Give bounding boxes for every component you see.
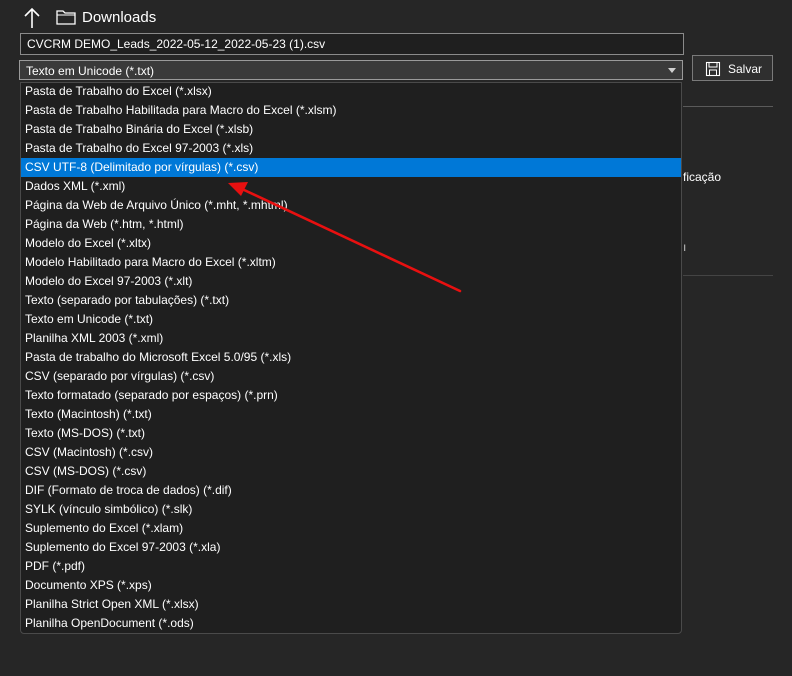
dropdown-option[interactable]: Documento XPS (*.xps): [21, 576, 681, 595]
dropdown-option[interactable]: Planilha XML 2003 (*.xml): [21, 329, 681, 348]
dropdown-option[interactable]: Página da Web (*.htm, *.html): [21, 215, 681, 234]
dropdown-option[interactable]: Modelo do Excel 97-2003 (*.xlt): [21, 272, 681, 291]
dropdown-option[interactable]: Pasta de Trabalho do Excel (*.xlsx): [21, 83, 681, 101]
dropdown-option[interactable]: Modelo do Excel (*.xltx): [21, 234, 681, 253]
dropdown-option[interactable]: Suplemento do Excel (*.xlam): [21, 519, 681, 538]
dropdown-option[interactable]: Dados XML (*.xml): [21, 177, 681, 196]
background-text-fragment: ı: [683, 240, 687, 254]
dropdown-option[interactable]: Pasta de Trabalho do Excel 97-2003 (*.xl…: [21, 139, 681, 158]
chevron-down-icon[interactable]: [668, 68, 676, 73]
dropdown-option[interactable]: CSV (Macintosh) (*.csv): [21, 443, 681, 462]
dropdown-option[interactable]: Texto em Unicode (*.txt): [21, 310, 681, 329]
background-divider: [683, 106, 773, 107]
dropdown-option[interactable]: CSV (separado por vírgulas) (*.csv): [21, 367, 681, 386]
dropdown-option[interactable]: Pasta de Trabalho Binária do Excel (*.xl…: [21, 120, 681, 139]
dropdown-option[interactable]: Planilha Strict Open XML (*.xlsx): [21, 595, 681, 614]
filetype-select[interactable]: Texto em Unicode (*.txt): [19, 60, 683, 80]
background-divider: [683, 275, 773, 276]
dropdown-option[interactable]: Pasta de trabalho do Microsoft Excel 5.0…: [21, 348, 681, 367]
dropdown-option[interactable]: CSV (MS-DOS) (*.csv): [21, 462, 681, 481]
dropdown-option-highlighted[interactable]: CSV UTF-8 (Delimitado por vírgulas) (*.c…: [21, 158, 681, 177]
dropdown-option[interactable]: Suplemento do Excel 97-2003 (*.xla): [21, 538, 681, 557]
save-icon: [705, 61, 721, 77]
background-column-header: ficação: [683, 170, 722, 184]
dropdown-option[interactable]: Planilha OpenDocument (*.ods): [21, 614, 681, 633]
location-breadcrumb[interactable]: Downloads: [82, 9, 156, 26]
dropdown-option[interactable]: PDF (*.pdf): [21, 557, 681, 576]
dropdown-option[interactable]: DIF (Formato de troca de dados) (*.dif): [21, 481, 681, 500]
dropdown-option[interactable]: SYLK (vínculo simbólico) (*.slk): [21, 500, 681, 519]
save-as-dialog: Downloads CVCRM DEMO_Leads_2022-05-12_20…: [0, 0, 792, 676]
filename-input[interactable]: CVCRM DEMO_Leads_2022-05-12_2022-05-23 (…: [20, 33, 684, 55]
dropdown-option[interactable]: Modelo Habilitado para Macro do Excel (*…: [21, 253, 681, 272]
dropdown-option[interactable]: Pasta de Trabalho Habilitada para Macro …: [21, 101, 681, 120]
dropdown-option[interactable]: Texto formatado (separado por espaços) (…: [21, 386, 681, 405]
arrow-up-icon[interactable]: [22, 6, 42, 30]
filetype-selected-value: Texto em Unicode (*.txt): [26, 64, 155, 78]
save-button-label: Salvar: [728, 62, 763, 76]
dropdown-option[interactable]: Página da Web de Arquivo Único (*.mht, *…: [21, 196, 681, 215]
dropdown-option[interactable]: Texto (Macintosh) (*.txt): [21, 405, 681, 424]
filetype-dropdown-list: Pasta de Trabalho do Excel (*.xlsx) Pasta…: [20, 82, 682, 634]
save-button[interactable]: Salvar: [692, 55, 773, 81]
folder-icon: [56, 10, 76, 25]
dropdown-option[interactable]: Texto (MS-DOS) (*.txt): [21, 424, 681, 443]
dropdown-option[interactable]: Texto (separado por tabulações) (*.txt): [21, 291, 681, 310]
